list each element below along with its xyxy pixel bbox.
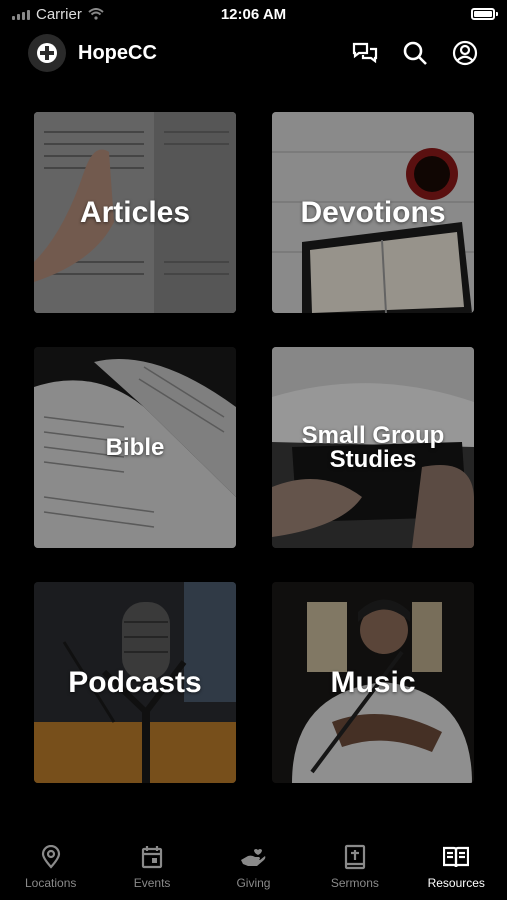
tile-bible[interactable]: Bible: [34, 347, 236, 548]
chat-icon[interactable]: [351, 39, 379, 67]
giving-hand-icon: [240, 844, 266, 870]
tab-events-label: Events: [133, 876, 171, 890]
tile-podcasts-label: Podcasts: [68, 665, 202, 699]
tile-devotions[interactable]: Devotions: [272, 112, 474, 313]
status-bar: Carrier 12:06 AM: [0, 0, 507, 28]
tile-articles-label: Articles: [79, 195, 191, 229]
tile-music[interactable]: Music: [272, 582, 474, 783]
status-left: Carrier: [12, 6, 104, 23]
resource-grid: Articles Devotions Bible Small Group Stu…: [34, 112, 474, 783]
tab-sermons-label: Sermons: [330, 876, 379, 890]
calendar-icon: [139, 844, 165, 870]
open-book-icon: [443, 844, 470, 870]
wifi-icon: [88, 8, 104, 20]
tab-giving-label: Giving: [236, 876, 271, 890]
cross-logo-icon: [37, 43, 57, 63]
tab-locations-label: Locations: [25, 876, 77, 890]
tile-small-group-studies[interactable]: Small Group Studies: [272, 347, 474, 548]
location-pin-icon: [38, 844, 64, 870]
search-icon[interactable]: [401, 39, 429, 67]
bible-cross-icon: [342, 844, 368, 870]
tab-sermons[interactable]: Sermons: [305, 844, 405, 890]
tab-resources-label: Resources: [427, 876, 485, 890]
tile-small-group-studies-label: Small Group Studies: [301, 421, 445, 473]
tile-music-label: Music: [330, 665, 416, 699]
tile-articles[interactable]: Articles: [34, 112, 236, 313]
tile-bible-label: Bible: [105, 433, 165, 461]
signal-icon: [12, 8, 30, 20]
battery-icon: [471, 8, 498, 20]
app-header: HopeCC: [0, 30, 507, 76]
resources-screen: Carrier 12:06 AM HopeCC Articles Devotio…: [0, 0, 507, 900]
status-time: 12:06 AM: [220, 5, 287, 23]
app-title: HopeCC: [78, 41, 157, 64]
header-actions: [351, 39, 479, 67]
tile-devotions-label: Devotions: [300, 195, 446, 229]
app-logo[interactable]: [28, 34, 66, 72]
bottom-tab-bar: Locations Events Giving Sermons Resource…: [0, 836, 507, 900]
profile-icon[interactable]: [451, 39, 479, 67]
tab-giving[interactable]: Giving: [203, 844, 303, 890]
tab-resources[interactable]: Resources: [406, 844, 506, 890]
tab-events[interactable]: Events: [102, 844, 202, 890]
tile-podcasts[interactable]: Podcasts: [34, 582, 236, 783]
tab-locations[interactable]: Locations: [1, 844, 101, 890]
carrier-label: Carrier: [36, 5, 82, 23]
